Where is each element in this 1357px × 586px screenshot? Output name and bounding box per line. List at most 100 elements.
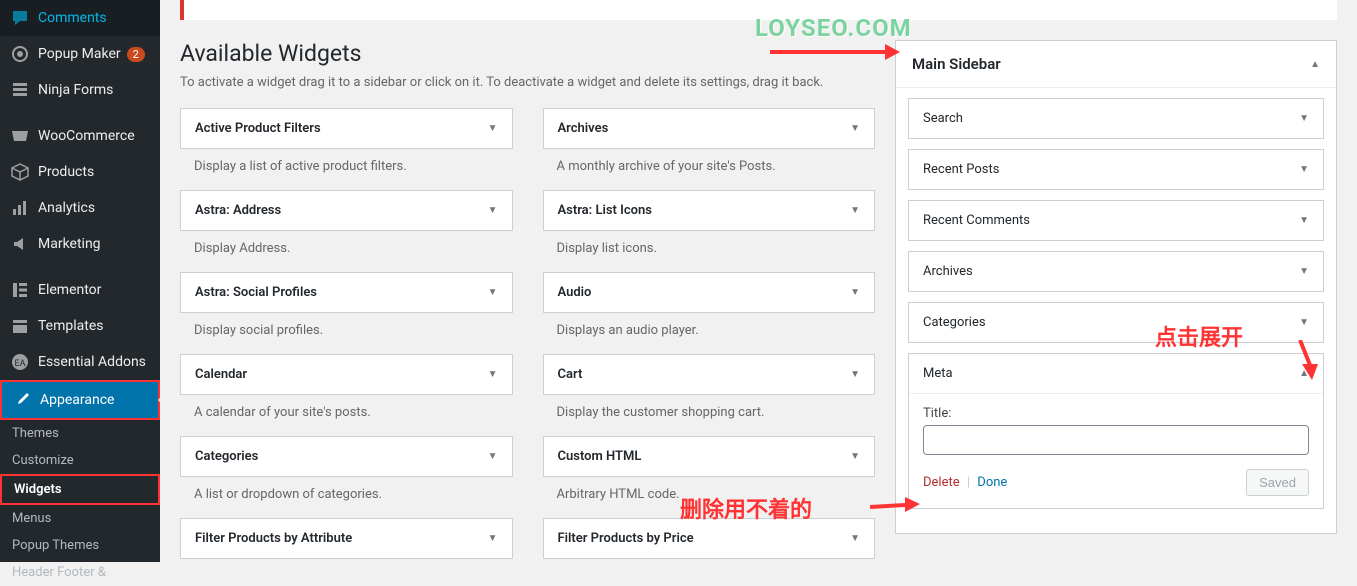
templates-icon xyxy=(10,316,30,336)
sidebar-widget-header[interactable]: Recent Comments ▼ xyxy=(909,201,1323,240)
menu-label: Analytics xyxy=(38,200,95,216)
submenu-popup-themes[interactable]: Popup Themes xyxy=(0,532,160,559)
available-widget-cart[interactable]: Cart▼ xyxy=(543,354,876,395)
menu-label: Essential Addons xyxy=(38,354,146,370)
done-link[interactable]: Done xyxy=(977,475,1007,490)
available-widget-astra-address[interactable]: Astra: Address▼ xyxy=(180,190,513,231)
popup-icon xyxy=(10,44,30,64)
menu-label: WooCommerce xyxy=(38,128,135,144)
widget-desc: Display the customer shopping cart. xyxy=(543,395,876,426)
widget-desc: Display list icons. xyxy=(543,231,876,262)
available-widget-audio[interactable]: Audio▼ xyxy=(543,272,876,313)
widget-desc: A calendar of your site's posts. xyxy=(180,395,513,426)
caret-down-icon: ▼ xyxy=(850,205,860,216)
available-widgets-desc: To activate a widget drag it to a sideba… xyxy=(180,75,875,90)
caret-down-icon: ▼ xyxy=(488,451,498,462)
widget-name: Categories xyxy=(923,315,986,330)
caret-down-icon: ▼ xyxy=(1299,215,1309,226)
widget-name: Search xyxy=(923,111,963,126)
notice-bar xyxy=(180,0,1337,20)
form-icon xyxy=(10,80,30,100)
menu-label: Elementor xyxy=(38,282,101,298)
submenu-customize[interactable]: Customize xyxy=(0,447,160,474)
widget-name: Recent Comments xyxy=(923,213,1030,228)
delete-link[interactable]: Delete xyxy=(923,475,960,490)
available-widget-active-product-filters[interactable]: Active Product Filters▼ xyxy=(180,108,513,149)
caret-down-icon: ▼ xyxy=(488,369,498,380)
menu-item-appearance[interactable]: Appearance xyxy=(0,380,160,420)
menu-item-marketing[interactable]: Marketing xyxy=(0,226,160,262)
widget-name: Calendar xyxy=(195,367,247,382)
main-sidebar-header[interactable]: Main Sidebar ▲ xyxy=(896,41,1336,88)
caret-down-icon: ▼ xyxy=(488,287,498,298)
caret-down-icon: ▼ xyxy=(1299,266,1309,277)
available-widget-custom-html[interactable]: Custom HTML▼ xyxy=(543,436,876,477)
submenu-header-footer-[interactable]: Header Footer & xyxy=(0,559,160,586)
menu-item-woocommerce[interactable]: WooCommerce xyxy=(0,118,160,154)
menu-label: Appearance xyxy=(40,392,114,408)
admin-sidebar: Comments Popup Maker2 Ninja Forms WooCommer… xyxy=(0,0,160,562)
widget-desc: A list or dropdown of categories. xyxy=(180,477,513,508)
menu-item-essential-addons[interactable]: EAEssential Addons xyxy=(0,344,160,380)
caret-down-icon: ▼ xyxy=(850,369,860,380)
available-widget-calendar[interactable]: Calendar ▼ xyxy=(180,354,513,395)
caret-down-icon: ▼ xyxy=(1299,317,1309,328)
menu-label: Marketing xyxy=(38,236,101,252)
caret-down-icon: ▼ xyxy=(1299,113,1309,124)
sidebar-widget-meta: Meta ▲ Title: Delete | Done xyxy=(908,353,1324,509)
widget-name: Active Product Filters xyxy=(195,121,321,136)
menu-item-ninja-forms[interactable]: Ninja Forms xyxy=(0,72,160,108)
analytics-icon xyxy=(10,198,30,218)
available-widget-archives[interactable]: Archives▼ xyxy=(543,108,876,149)
appearance-icon xyxy=(12,390,32,410)
available-widget-astra-list-icons[interactable]: Astra: List Icons ▼ xyxy=(543,190,876,231)
menu-label: Comments xyxy=(38,10,107,26)
widget-name: Audio xyxy=(558,285,592,300)
menu-item-products[interactable]: Products xyxy=(0,154,160,190)
caret-down-icon: ▼ xyxy=(488,533,498,544)
widget-title-input[interactable] xyxy=(923,425,1309,455)
menu-item-popup-maker[interactable]: Popup Maker2 xyxy=(0,36,160,72)
marketing-icon xyxy=(10,234,30,254)
title-label: Title: xyxy=(923,406,1309,421)
available-widget-categories[interactable]: Categories ▼ xyxy=(180,436,513,477)
sidebar-widget-categories: Categories ▼ xyxy=(908,302,1324,343)
caret-down-icon: ▼ xyxy=(1299,164,1309,175)
submenu-themes[interactable]: Themes xyxy=(0,420,160,447)
widget-name: Astra: Social Profiles xyxy=(195,285,317,300)
menu-item-analytics[interactable]: Analytics xyxy=(0,190,160,226)
menu-item-elementor[interactable]: Elementor xyxy=(0,272,160,308)
widget-name: Astra: List Icons xyxy=(558,203,652,218)
widget-desc: Arbitrary HTML code. xyxy=(543,477,876,508)
saved-button[interactable]: Saved xyxy=(1246,469,1309,496)
widget-name: Categories xyxy=(195,449,258,464)
submenu-menus[interactable]: Menus xyxy=(0,505,160,532)
submenu-widgets[interactable]: Widgets xyxy=(0,474,160,505)
widget-name: Custom HTML xyxy=(558,449,642,464)
sidebar-widget-recent-posts: Recent Posts▼ xyxy=(908,149,1324,190)
sidebar-widget-header[interactable]: Categories ▼ xyxy=(909,303,1323,342)
caret-down-icon: ▼ xyxy=(850,533,860,544)
available-widget-astra-social-profiles[interactable]: Astra: Social Profiles ▼ xyxy=(180,272,513,313)
widget-desc: A monthly archive of your site's Posts. xyxy=(543,149,876,180)
available-widgets-title: Available Widgets xyxy=(180,40,875,67)
sidebar-widget-header[interactable]: Search ▼ xyxy=(909,99,1323,138)
widget-desc: Displays an audio player. xyxy=(543,313,876,344)
menu-item-templates[interactable]: Templates xyxy=(0,308,160,344)
widget-name: Filter Products by Attribute xyxy=(195,531,352,546)
sidebar-widget-search: Search ▼ xyxy=(908,98,1324,139)
sidebar-widget-header[interactable]: Recent Posts▼ xyxy=(909,150,1323,189)
caret-down-icon: ▼ xyxy=(488,205,498,216)
sidebar-widget-recent-comments: Recent Comments ▼ xyxy=(908,200,1324,241)
menu-item-comments[interactable]: Comments xyxy=(0,0,160,36)
widget-name: Meta xyxy=(923,366,953,381)
main-sidebar-title: Main Sidebar xyxy=(912,55,1001,73)
woo-icon xyxy=(10,126,30,146)
available-widget-filter-products-by-attribute[interactable]: Filter Products by Attribute ▼ xyxy=(180,518,513,559)
available-widget-filter-products-by-price[interactable]: Filter Products by Price▼ xyxy=(543,518,876,559)
widget-desc: Display a list of active product filters… xyxy=(180,149,513,180)
comment-icon xyxy=(10,8,30,28)
sidebar-widget-header[interactable]: Archives▼ xyxy=(909,252,1323,291)
menu-label: Ninja Forms xyxy=(38,82,113,98)
sidebar-widget-meta-header[interactable]: Meta ▲ xyxy=(909,354,1323,393)
